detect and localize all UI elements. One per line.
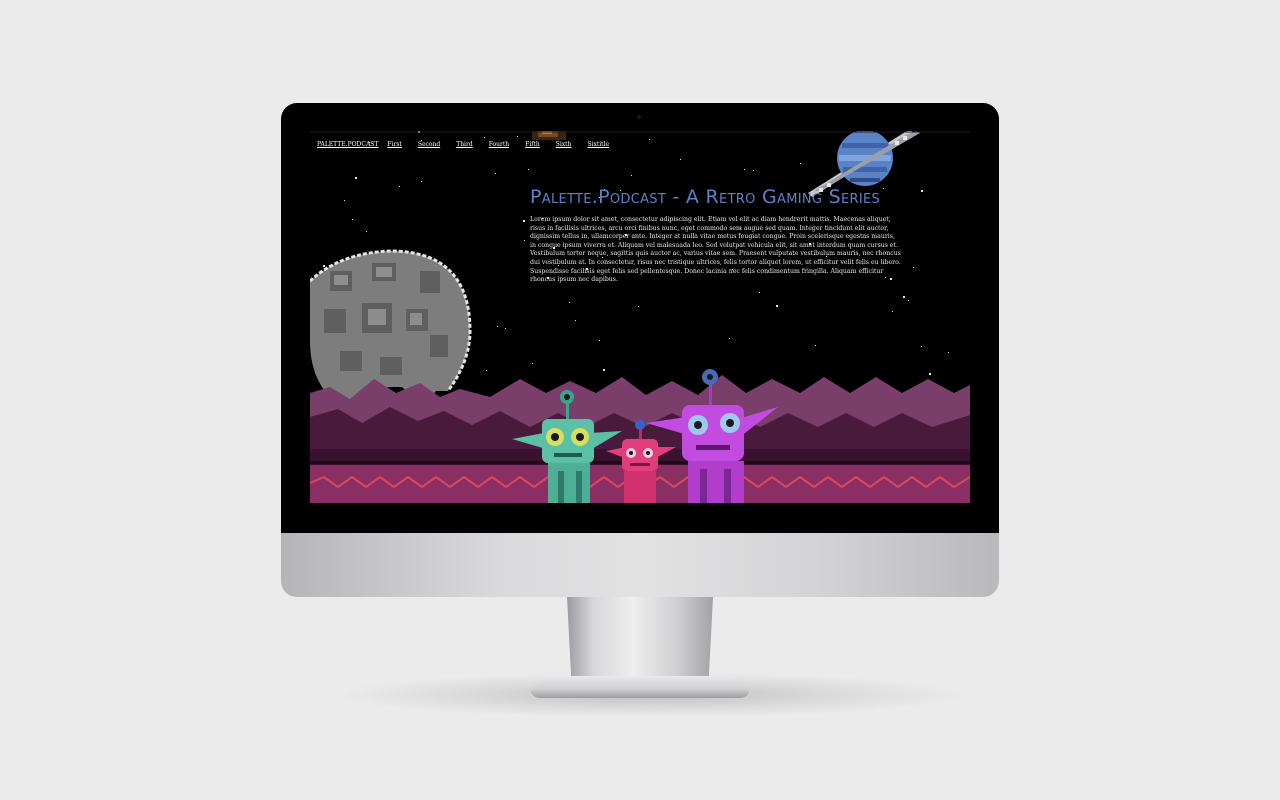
star (569, 302, 570, 303)
hero-section: Palette.Podcast - A Retro Gaming Series … (530, 185, 902, 285)
star (759, 292, 760, 293)
nav-link-sixtitle[interactable]: Sixtitle (587, 141, 609, 148)
star (729, 338, 730, 339)
monitor-stand-base (530, 676, 750, 698)
star (497, 326, 498, 327)
star (815, 345, 816, 346)
star (921, 346, 922, 347)
star (486, 370, 487, 371)
star (421, 181, 422, 182)
star (948, 352, 949, 353)
page-title: Palette.Podcast - A Retro Gaming Series (530, 186, 881, 208)
star (517, 136, 518, 137)
website-screen: PALETTE.PODCAST First Second Third Fourt… (310, 131, 970, 503)
star (323, 265, 325, 267)
monitor-chin (281, 533, 999, 597)
star (528, 169, 529, 170)
star (352, 219, 353, 220)
star (744, 169, 745, 170)
star (599, 340, 600, 341)
star (495, 173, 496, 174)
star (638, 306, 639, 307)
nav-link-third[interactable]: Third (456, 141, 473, 148)
star (524, 240, 525, 241)
nav-link-fifth[interactable]: Fifth (525, 141, 540, 148)
nav-brand-link[interactable]: PALETTE.PODCAST (317, 141, 378, 148)
star (399, 186, 400, 187)
star (366, 231, 367, 232)
star (908, 300, 909, 301)
star (921, 190, 923, 192)
top-navigation: PALETTE.PODCAST First Second Third Fourt… (317, 138, 625, 150)
star (929, 373, 931, 375)
star (753, 170, 754, 171)
star (505, 328, 506, 329)
nav-link-second[interactable]: Second (418, 141, 440, 148)
star (776, 305, 778, 307)
star (355, 177, 357, 179)
star (344, 200, 345, 201)
star (680, 159, 681, 160)
star (649, 139, 650, 140)
monitor-stand-neck (567, 597, 713, 681)
star (575, 320, 576, 321)
moon-icon (310, 249, 472, 413)
nav-link-first[interactable]: First (387, 141, 401, 148)
nav-link-sixth[interactable]: Sixth (556, 141, 572, 148)
camera-icon (637, 115, 641, 119)
star (903, 296, 905, 298)
star (603, 369, 605, 371)
star (631, 175, 632, 176)
star (913, 267, 914, 268)
star (892, 311, 893, 312)
hero-body-text: Lorem ipsum dolor sit amet, consectetur … (530, 216, 901, 284)
star (523, 220, 525, 222)
nav-link-fourth[interactable]: Fourth (489, 141, 509, 148)
star (800, 163, 801, 164)
star (532, 363, 533, 364)
